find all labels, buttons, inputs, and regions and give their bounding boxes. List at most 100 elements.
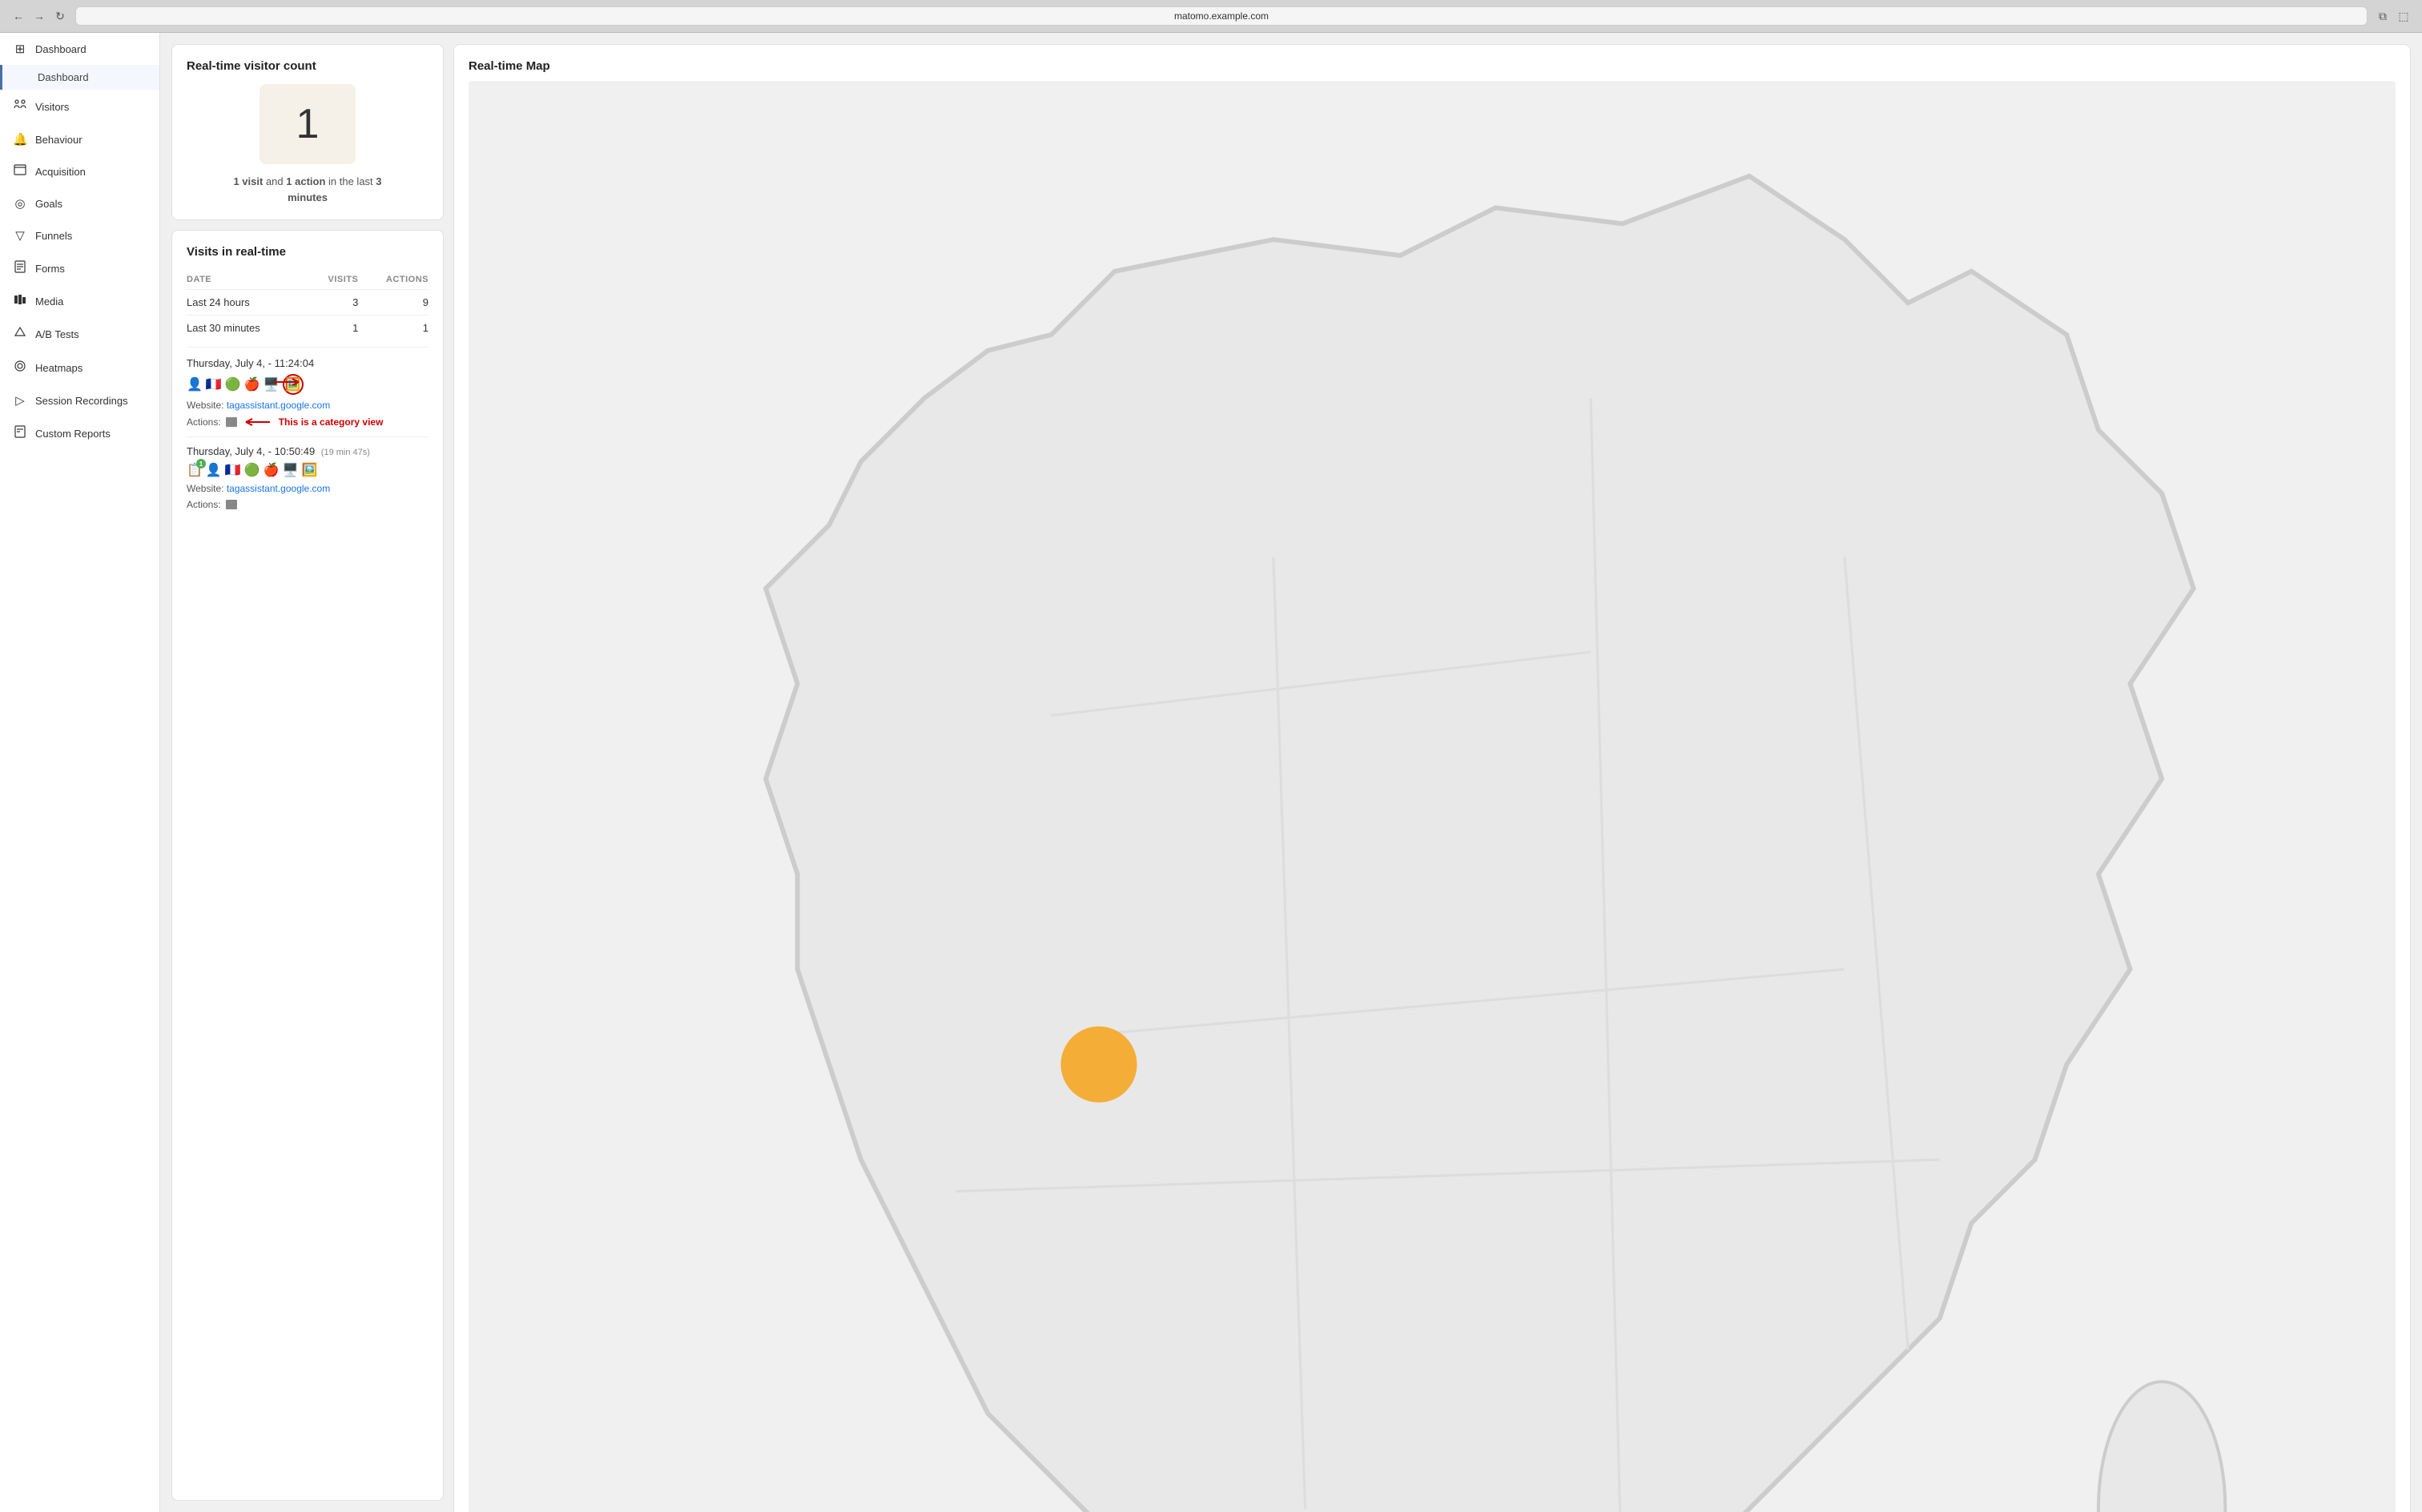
row-visits-1: 3 [308,290,359,316]
visits-realtime-title: Visits in real-time [187,245,428,259]
custom-reports-icon [13,425,27,441]
sidebar-label-goals: Goals [35,198,62,210]
sidebar-item-goals[interactable]: ◎ Goals [0,187,159,219]
col-actions: ACTIONS [358,270,428,290]
france-svg [469,81,2396,1512]
action-icon-2: 🖼️ [302,462,318,478]
map-area [469,81,2396,1512]
notification-badge: 1 [196,459,206,468]
visit-entry-1: Thursday, July 4, - 11:24:04 👤 🇫🇷 🟢 🍎 [187,347,428,428]
visits-realtime-card: Visits in real-time DATE VISITS ACTIONS … [171,230,444,1501]
sidebar-toggle-button[interactable]: ⬚ [2395,7,2412,25]
sidebar-label-dashboard-sub: Dashboard [38,71,89,83]
map-card: Real-time Map [453,44,2411,1512]
dashboard-icon: ⊞ [13,42,27,56]
visit-actions-row-1: Actions: This is a category view [187,416,428,428]
visit-icons-2: 📋 1 👤 🇫🇷 🟢 🍎 🖥️ 🖼️ [187,462,428,478]
person-icon: 👤 [187,376,203,392]
category-icon-2 [226,500,237,509]
france-flag-icon-2: 🇫🇷 [225,462,241,478]
sidebar-label-forms: Forms [35,263,65,275]
visit-duration: (19 min 47s) [321,448,370,457]
sidebar-item-behaviour[interactable]: 🔔 Behaviour [0,123,159,155]
visit-timestamp-2: Thursday, July 4, - 10:50:49 (19 min 47s… [187,445,428,457]
sidebar-item-acquisition[interactable]: Acquisition [0,155,159,187]
visits-table: DATE VISITS ACTIONS Last 24 hours 3 9 La… [187,270,428,340]
visit-text: 1 visit [233,175,263,187]
col-date: DATE [187,270,308,290]
session-recordings-icon: ▷ [13,393,27,408]
realtime-visitor-card: Real-time visitor count 1 1 visit and 1 … [171,44,444,220]
row-visits-2: 1 [308,316,359,341]
sidebar-item-ab-tests[interactable]: A/B Tests [0,317,159,351]
actions-label-2: Actions: [187,499,221,510]
refresh-button[interactable]: ↻ [51,7,69,25]
url-bar[interactable]: matomo.example.com [75,6,2368,26]
table-row: Last 30 minutes 1 1 [187,316,428,341]
visitors-icon [13,99,27,115]
france-flag-icon: 🇫🇷 [206,376,222,392]
sidebar-label-media: Media [35,296,63,308]
sidebar-label-ab-tests: A/B Tests [35,328,79,340]
row-date-2: Last 30 minutes [187,316,308,341]
sidebar-item-heatmaps[interactable]: Heatmaps [0,351,159,384]
col-visits: VISITS [308,270,359,290]
row-actions-1: 9 [358,290,428,316]
in-text: in the last [328,175,376,187]
visitor-card-title: Real-time visitor count [187,59,428,73]
sidebar-item-custom-reports[interactable]: Custom Reports [0,416,159,450]
behaviour-icon: 🔔 [13,132,27,147]
red-arrow-2 [242,416,274,428]
row-actions-2: 1 [358,316,428,341]
browser-chrome: ← → ↻ matomo.example.com ⧉ ⬚ [0,0,2422,33]
acquisition-icon [13,164,27,179]
visit-timestamp-1: Thursday, July 4, - 11:24:04 [187,357,428,369]
category-icon-1 [226,417,237,427]
sidebar-item-session-recordings[interactable]: ▷ Session Recordings [0,384,159,416]
forms-icon [13,260,27,276]
action-text: 1 action [286,175,325,187]
sidebar-label-dashboard: Dashboard [35,43,86,55]
back-button[interactable]: ← [10,7,27,25]
visitor-description: 1 visit and 1 action in the last 3minute… [187,174,428,205]
mac-icon-2: 🍎 [264,462,280,478]
badge-icon: 📋 1 [187,462,203,478]
table-row: Last 24 hours 3 9 [187,290,428,316]
sidebar-item-forms[interactable]: Forms [0,251,159,285]
sidebar-label-funnels: Funnels [35,230,72,242]
visitor-count-box: 1 [260,84,356,164]
sidebar-label-behaviour: Behaviour [35,134,82,146]
map-title: Real-time Map [469,59,2396,73]
main-content: Real-time visitor count 1 1 visit and 1 … [160,33,2422,1512]
browser-actions: ⧉ ⬚ [2374,7,2412,25]
app-container: ⊞ Dashboard Dashboard Visitors 🔔 Behavio… [0,33,2422,1512]
goals-icon: ◎ [13,196,27,211]
visitor-number: 1 [296,100,320,148]
visit-entry-2: Thursday, July 4, - 10:50:49 (19 min 47s… [187,436,428,510]
desktop-icon-2: 🖥️ [283,462,299,478]
heatmaps-icon [13,360,27,376]
sidebar-item-visitors[interactable]: Visitors [0,90,159,123]
sidebar-label-visitors: Visitors [35,101,69,113]
visit-actions-row-2: Actions: [187,499,428,510]
website-link-2[interactable]: tagassistant.google.com [227,483,330,494]
visit-website-2: Website: tagassistant.google.com [187,483,428,494]
right-column: Real-time Map [453,44,2411,1501]
visit-website-1: Website: tagassistant.google.com [187,400,428,411]
split-view-button[interactable]: ⧉ [2374,7,2392,25]
sidebar-item-funnels[interactable]: ▽ Funnels [0,219,159,251]
and-text: and [266,175,286,187]
sidebar-label-heatmaps: Heatmaps [35,362,82,374]
person-icon-2: 👤 [206,462,222,478]
forward-button[interactable]: → [30,7,48,25]
sidebar-item-dashboard[interactable]: ⊞ Dashboard [0,33,159,65]
mac-icon: 🍎 [244,376,260,392]
chrome-icon: 🟢 [225,376,241,392]
row-date-1: Last 24 hours [187,290,308,316]
sidebar-item-media[interactable]: Media [0,285,159,317]
sidebar-label-custom-reports: Custom Reports [35,428,111,440]
funnels-icon: ▽ [13,228,27,243]
sidebar-label-acquisition: Acquisition [35,166,86,178]
sidebar-item-dashboard-sub[interactable]: Dashboard [0,65,159,90]
website-link-1[interactable]: tagassistant.google.com [227,400,330,411]
